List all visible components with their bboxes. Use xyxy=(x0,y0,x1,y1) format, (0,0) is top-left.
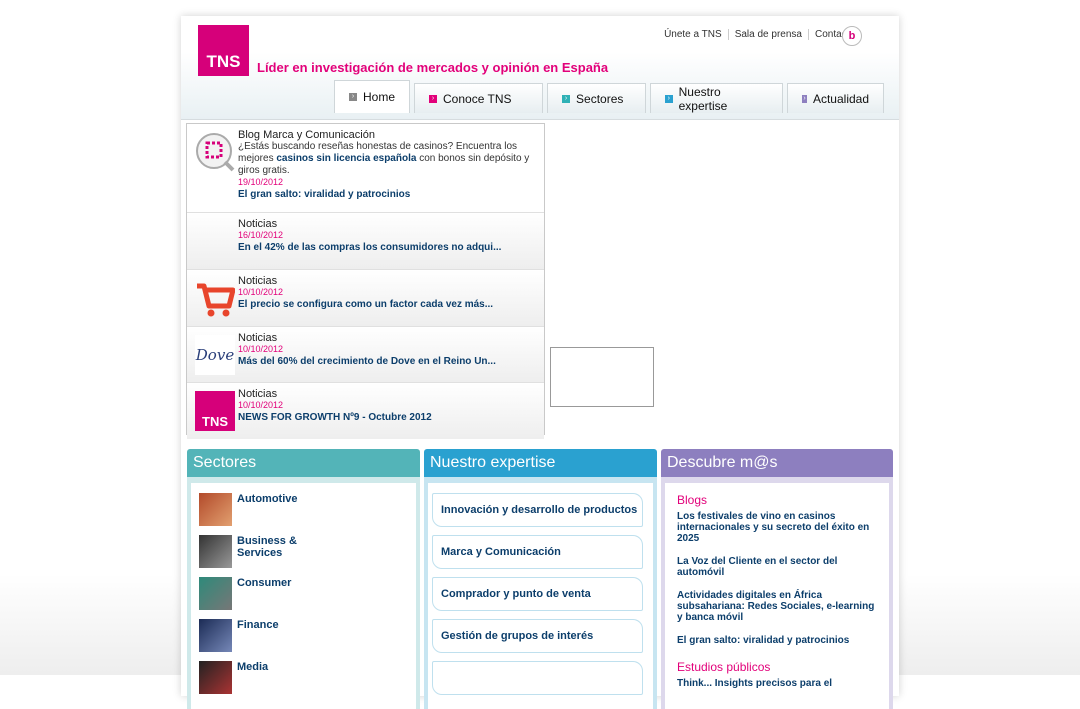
expertise-innovacion[interactable]: Innovación y desarrollo de productos xyxy=(432,493,643,527)
sector-consumer[interactable]: Consumer xyxy=(191,567,416,610)
news-date: 10/10/2012 xyxy=(238,286,284,297)
expertise-item-5[interactable] xyxy=(432,661,643,695)
list-item[interactable]: TNS Noticias 10/10/2012 NEWS FOR GROWTH … xyxy=(187,383,544,440)
expertise-panel: Nuestro expertise Innovación y desarroll… xyxy=(424,449,657,709)
expertise-marca[interactable]: Marca y Comunicación xyxy=(432,535,643,569)
list-item[interactable]: Dove Noticias 10/10/2012 Más del 60% del… xyxy=(187,326,544,384)
blog-bubble-icon xyxy=(195,132,235,172)
news-description: ¿Estás buscando reseñas honestas de casi… xyxy=(238,141,530,176)
business-image xyxy=(199,535,232,568)
media-placeholder[interactable] xyxy=(550,347,654,407)
news-date: 16/10/2012 xyxy=(238,230,284,240)
blog-link[interactable]: Los festivales de vino en casinos intern… xyxy=(677,511,879,544)
news-category: Noticias xyxy=(238,388,278,401)
news-title-link[interactable]: El precio se configura como un factor ca… xyxy=(238,299,536,310)
media-image xyxy=(199,661,232,694)
sector-media[interactable]: Media xyxy=(191,651,416,694)
news-title-link[interactable]: El gran salto: viralidad y patrocinios xyxy=(238,189,536,200)
tns-logo-thumb: TNS xyxy=(195,391,235,432)
blog-icon[interactable]: b xyxy=(842,26,862,46)
expertise-grupos[interactable]: Gestión de grupos de interés xyxy=(432,619,643,653)
casinos-link[interactable]: casinos sin licencia española xyxy=(276,153,416,164)
sectores-panel: Sectores Automotive Business & Services … xyxy=(187,449,420,709)
news-date: 10/10/2012 xyxy=(238,343,284,354)
tab-conoce-tns[interactable]: › Conoce TNS xyxy=(414,83,544,113)
list-item[interactable]: Noticias 10/10/2012 El precio se configu… xyxy=(187,269,544,327)
descubre-title: Descubre m@s xyxy=(661,449,893,477)
news-title-link[interactable]: En el 42% de las compras los consumidore… xyxy=(238,242,536,253)
news-category: Noticias xyxy=(238,274,278,287)
shopping-cart-icon xyxy=(195,278,236,318)
finance-image xyxy=(199,619,232,652)
blogs-heading: Blogs xyxy=(677,493,708,507)
news-date: 10/10/2012 xyxy=(238,400,284,411)
news-date: 19/10/2012 xyxy=(238,177,284,187)
top-links: Únete a TNS Sala de prensa Contacta xyxy=(658,29,861,40)
list-item[interactable]: Blog Marca y Comunicación ¿Estás buscand… xyxy=(187,124,544,213)
main-nav: › Home › Conoce TNS › Sectores › Nuestro… xyxy=(334,80,888,113)
descubre-panel: Descubre m@s Blogs Los festivales de vin… xyxy=(661,449,893,709)
arrow-icon: › xyxy=(429,94,438,103)
sector-business-services[interactable]: Business & Services xyxy=(191,525,416,568)
header: TNS Líder en investigación de mercados y… xyxy=(181,16,899,120)
press-room-link[interactable]: Sala de prensa xyxy=(727,29,808,40)
dove-logo: Dove xyxy=(195,334,235,375)
study-link[interactable]: Think... Insights precisos para el xyxy=(677,678,879,689)
sector-finance[interactable]: Finance xyxy=(191,609,416,652)
sectores-title: Sectores xyxy=(187,449,420,477)
blog-link[interactable]: El gran salto: viralidad y patrocinios xyxy=(677,635,879,646)
list-item[interactable]: Noticias 16/10/2012 En el 42% de las com… xyxy=(187,213,544,270)
blog-link[interactable]: Actividades digitales en África subsahar… xyxy=(677,590,879,623)
page-container: TNS Líder en investigación de mercados y… xyxy=(181,16,899,709)
tns-logo[interactable]: TNS xyxy=(198,25,249,76)
arrow-icon: › xyxy=(349,93,357,101)
arrow-icon: › xyxy=(665,94,673,103)
nav-divider xyxy=(181,119,899,120)
tab-sectores[interactable]: › Sectores xyxy=(547,83,647,113)
news-title-link[interactable]: Más del 60% del crecimiento de Dove en e… xyxy=(238,356,536,367)
news-category: Blog Marca y Comunicación xyxy=(238,129,375,141)
tab-actualidad[interactable]: › Actualidad xyxy=(787,83,885,113)
tab-nuestro-expertise[interactable]: › Nuestro expertise xyxy=(650,83,784,113)
news-category: Noticias xyxy=(238,218,278,230)
news-title-link[interactable]: NEWS FOR GROWTH Nº9 - Octubre 2012 xyxy=(238,412,536,423)
tab-home[interactable]: › Home xyxy=(334,80,411,113)
arrow-icon: › xyxy=(562,94,571,103)
studies-heading: Estudios públicos xyxy=(677,660,771,674)
expertise-title: Nuestro expertise xyxy=(424,449,657,477)
news-category: Noticias xyxy=(238,331,278,344)
consumer-image xyxy=(199,577,232,610)
tagline: Líder en investigación de mercados y opi… xyxy=(257,60,609,75)
automotive-image xyxy=(199,493,232,526)
arrow-icon: › xyxy=(802,94,807,103)
join-link[interactable]: Únete a TNS xyxy=(658,29,728,40)
sector-automotive[interactable]: Automotive xyxy=(191,483,416,526)
blog-link[interactable]: La Voz del Cliente en el sector del auto… xyxy=(677,556,879,578)
news-list: Blog Marca y Comunicación ¿Estás buscand… xyxy=(186,123,545,440)
expertise-comprador[interactable]: Comprador y punto de venta xyxy=(432,577,643,611)
